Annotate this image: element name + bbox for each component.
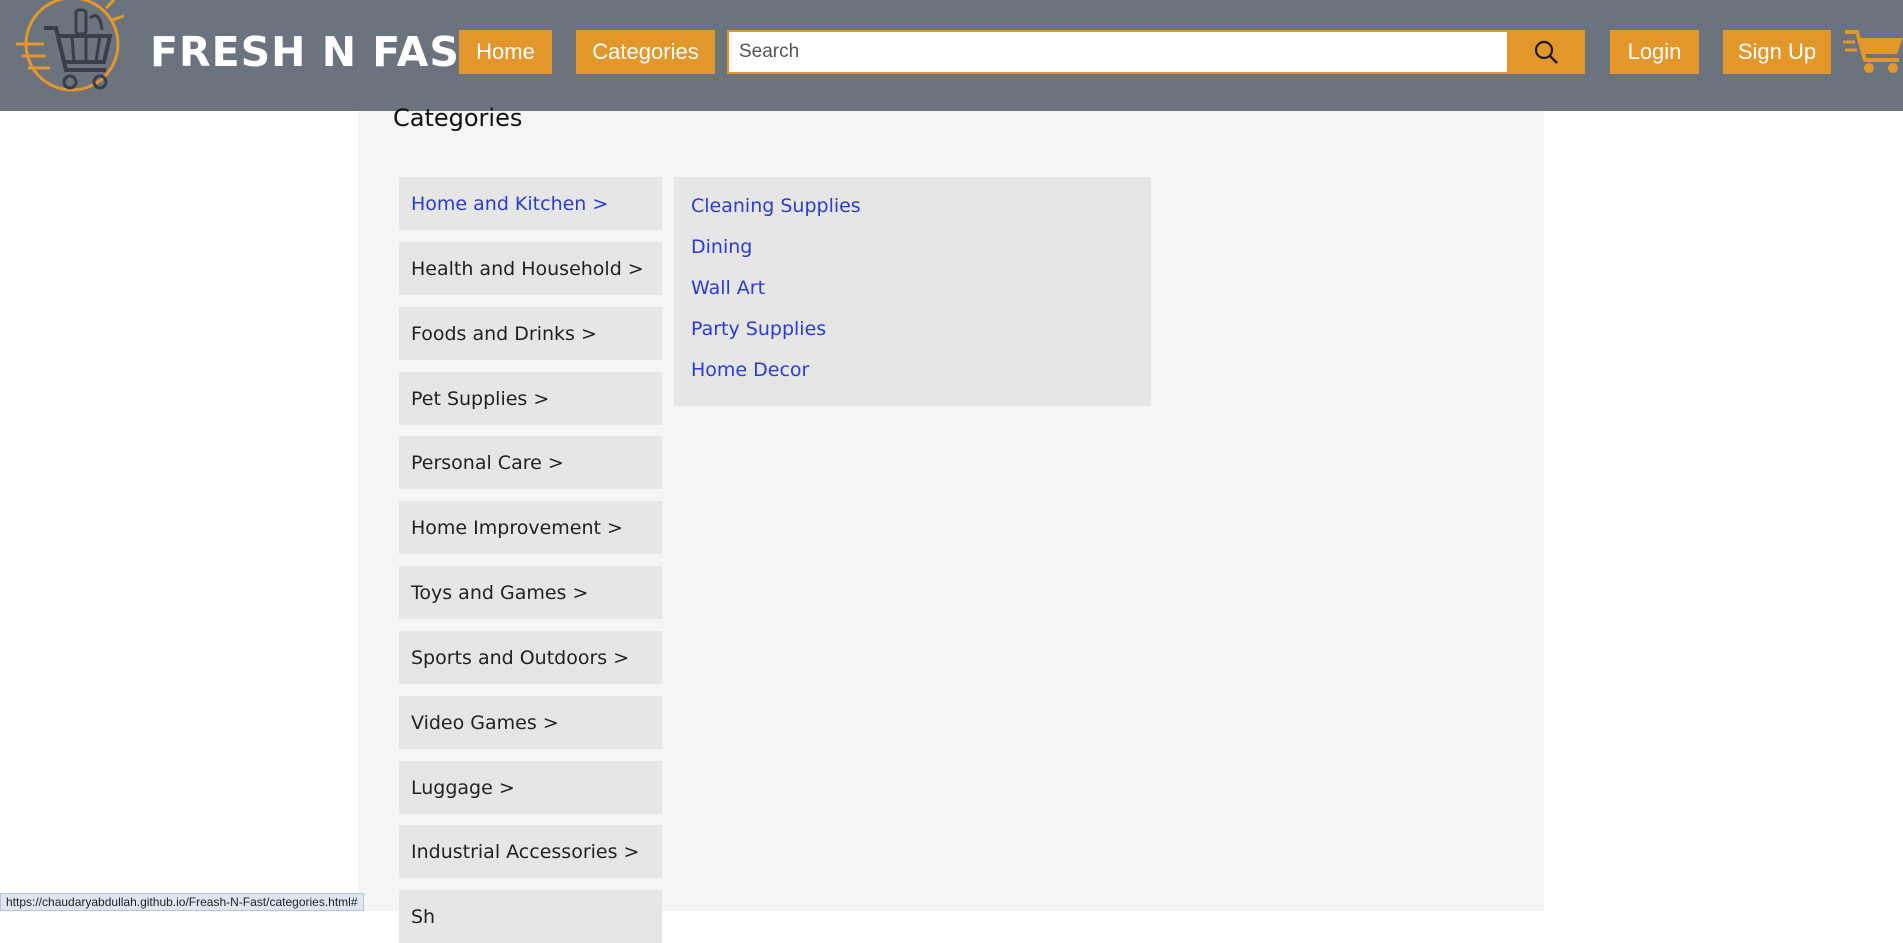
navbar: FRESH N FAST Home Categories Login Sign …	[0, 0, 1903, 111]
category-item-foods-and-drinks[interactable]: Foods and Drinks >	[399, 307, 662, 360]
login-button[interactable]: Login	[1610, 30, 1699, 74]
subcategory-panel: Cleaning Supplies Dining Wall Art Party …	[674, 177, 1151, 406]
subcategory-link-party-supplies[interactable]: Party Supplies	[691, 318, 826, 340]
category-item-home-and-kitchen[interactable]: Home and Kitchen >	[399, 177, 662, 230]
home-button[interactable]: Home	[459, 30, 552, 74]
search-button[interactable]	[1507, 30, 1585, 74]
subcategory-link-wall-art[interactable]: Wall Art	[691, 277, 765, 299]
category-item-pet-supplies[interactable]: Pet Supplies >	[399, 372, 662, 425]
category-item-sports-and-outdoors[interactable]: Sports and Outdoors >	[399, 631, 662, 684]
category-item-personal-care[interactable]: Personal Care >	[399, 436, 662, 489]
category-item-health-and-household[interactable]: Health and Household >	[399, 242, 662, 295]
categories-button[interactable]: Categories	[576, 30, 715, 74]
search-input[interactable]	[727, 30, 1508, 74]
category-item-toys-and-games[interactable]: Toys and Games >	[399, 566, 662, 619]
search-icon	[1534, 40, 1558, 64]
category-item-home-improvement[interactable]: Home Improvement >	[399, 501, 662, 554]
subcategory-link-home-decor[interactable]: Home Decor	[691, 359, 809, 381]
signup-button[interactable]: Sign Up	[1723, 30, 1831, 74]
subcategory-link-cleaning-supplies[interactable]: Cleaning Supplies	[691, 195, 861, 217]
category-item-industrial-accessories[interactable]: Industrial Accessories >	[399, 825, 662, 878]
category-item-video-games[interactable]: Video Games >	[399, 696, 662, 749]
brand-name[interactable]: FRESH N FAST	[150, 26, 489, 78]
category-item-luggage[interactable]: Luggage >	[399, 761, 662, 814]
status-bar-url: https://chaudaryabdullah.github.io/Freas…	[0, 893, 364, 911]
cart-icon[interactable]	[1843, 22, 1903, 74]
subcategory-link-dining[interactable]: Dining	[691, 236, 752, 258]
category-item-partial[interactable]: Sh	[399, 890, 662, 943]
page-title: Categories	[393, 104, 523, 132]
shopping-basket-cart-icon[interactable]	[14, 0, 126, 96]
